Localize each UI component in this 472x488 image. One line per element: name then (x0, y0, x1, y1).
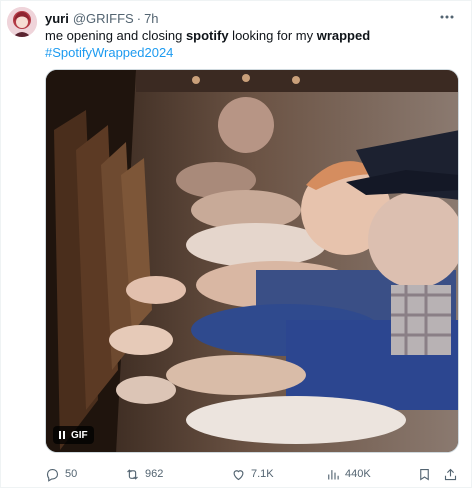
reply-count: 50 (65, 468, 78, 480)
more-icon[interactable] (437, 7, 457, 27)
gif-frame-image (46, 70, 458, 452)
text-bold-wrapped: wrapped (316, 28, 371, 43)
text-segment: looking for my (228, 28, 317, 43)
action-bar: 50 962 7.1K 440K (45, 464, 459, 484)
share-button[interactable] (443, 464, 458, 484)
views-count: 440K (345, 468, 371, 480)
views-icon (328, 469, 339, 479)
gif-media[interactable]: GIF (45, 69, 459, 453)
pause-icon[interactable] (59, 431, 65, 439)
tweet-header: yuri @GRIFFS · 7h (45, 9, 159, 27)
views-button[interactable]: 440K (325, 464, 371, 484)
hashtag-link[interactable]: #SpotifyWrapped2024 (45, 44, 455, 61)
author-name[interactable]: yuri (45, 11, 69, 26)
repost-count: 962 (145, 468, 164, 480)
bookmark-button[interactable] (417, 464, 432, 484)
like-button[interactable]: 7.1K (231, 464, 274, 484)
separator-dot: · (136, 10, 142, 26)
reply-button[interactable]: 50 (45, 464, 77, 484)
reply-icon (46, 468, 59, 482)
gif-label: GIF (71, 429, 88, 441)
like-count: 7.1K (251, 468, 274, 480)
text-bold-spotify: spotify (185, 28, 229, 43)
tweet-text-line: me opening and closing spotify looking f… (45, 27, 455, 44)
tweet-text: me opening and closing spotify looking f… (45, 27, 455, 61)
bookmark-icon (420, 468, 429, 481)
share-icon (444, 468, 457, 480)
avatar[interactable] (7, 7, 37, 37)
gif-badge[interactable]: GIF (53, 426, 94, 444)
post-time[interactable]: 7h (144, 11, 158, 26)
author-handle[interactable]: @GRIFFS (73, 11, 134, 26)
like-icon (233, 469, 244, 480)
repost-icon (127, 468, 138, 480)
text-segment: me opening and closing (45, 28, 186, 43)
tweet-card[interactable]: yuri @GRIFFS · 7h me opening and closing… (0, 0, 472, 488)
repost-button[interactable]: 962 (125, 464, 163, 484)
